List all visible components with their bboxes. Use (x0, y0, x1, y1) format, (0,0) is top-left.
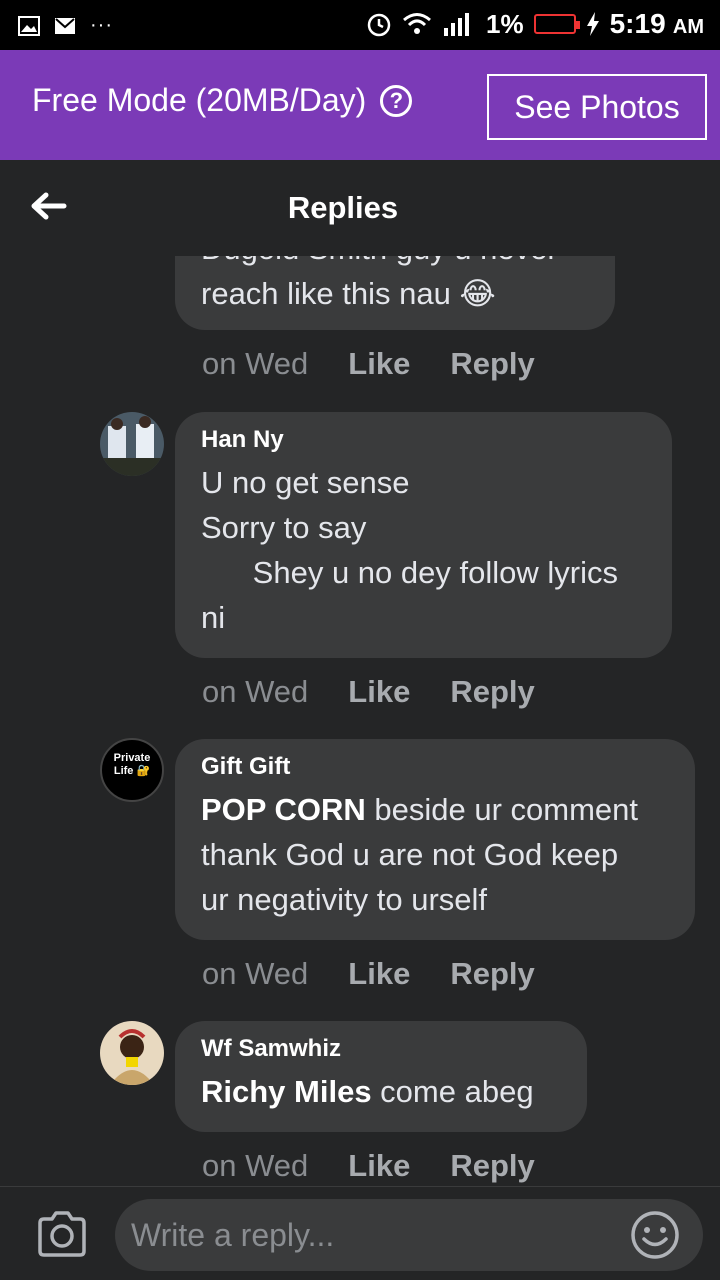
comment-actions: on Wed Like Reply (202, 1148, 535, 1184)
comment-time: on Wed (202, 1148, 309, 1183)
gallery-icon (18, 15, 40, 36)
battery-icon (533, 14, 580, 34)
comment-list[interactable]: Dugold Smith guy u never reach like this… (0, 256, 720, 1186)
comment-time: on Wed (202, 674, 309, 709)
reply-button[interactable]: Reply (450, 1148, 534, 1184)
see-photos-button[interactable]: See Photos (487, 74, 707, 140)
comment-text: Dugold Smith guy u never reach like this… (201, 256, 558, 311)
charging-icon (586, 12, 599, 36)
comment-text: Richy Miles come abeg (201, 1074, 534, 1109)
comment-time: on Wed (202, 956, 309, 991)
camera-icon[interactable] (36, 1211, 88, 1257)
wifi-icon (403, 13, 431, 34)
avatar-text: Private Life 🔐 (113, 752, 151, 777)
more-icon: ··· (90, 14, 113, 36)
comment-text: U no get sense Sorry to say Shey u no de… (201, 465, 618, 635)
status-bar: ··· 1% 5:19 AM (0, 0, 720, 50)
comment-actions: on Wed Like Reply (202, 956, 535, 992)
free-mode-banner: Free Mode (20MB/Day) ? See Photos (0, 50, 720, 160)
comment-text: POP CORN beside ur comment thank God u a… (201, 792, 639, 917)
comment-author[interactable]: Han Ny (201, 426, 646, 454)
comment-author[interactable]: Wf Samwhiz (201, 1035, 561, 1063)
battery-percent: 1% (486, 8, 524, 39)
clock-time: 5:19 (609, 8, 666, 39)
comment-bubble[interactable]: Wf Samwhiz Richy Miles come abeg (175, 1021, 587, 1132)
like-button[interactable]: Like (348, 674, 410, 710)
avatar[interactable] (100, 1021, 164, 1085)
free-mode-label: Free Mode (20MB/Day) (32, 82, 367, 118)
help-icon[interactable]: ? (380, 84, 413, 117)
reply-button[interactable]: Reply (450, 346, 534, 382)
comment-bubble[interactable]: Han Ny U no get sense Sorry to say Shey … (175, 412, 672, 658)
page-title: Replies (287, 190, 399, 225)
comment-actions: on Wed Like Reply (202, 346, 535, 382)
comment-bubble[interactable]: Gift Gift POP CORN beside ur comment tha… (175, 739, 695, 940)
avatar[interactable]: Private Life 🔐 (100, 738, 164, 802)
clock-ampm: AM (672, 16, 704, 38)
replies-header: Replies (0, 160, 720, 256)
signal-icon (444, 13, 470, 36)
avatar[interactable] (100, 412, 164, 476)
comment-actions: on Wed Like Reply (202, 674, 535, 710)
emoji-icon[interactable] (630, 1210, 680, 1260)
reply-composer (0, 1186, 720, 1280)
comment-bubble[interactable]: Dugold Smith guy u never reach like this… (175, 256, 615, 330)
like-button[interactable]: Like (348, 1148, 410, 1184)
mail-icon (55, 17, 75, 34)
comment-author[interactable]: Gift Gift (201, 753, 669, 781)
like-button[interactable]: Like (348, 346, 410, 382)
reply-input[interactable] (115, 1199, 703, 1271)
tagged-user[interactable]: POP CORN (201, 792, 366, 827)
reply-button[interactable]: Reply (450, 674, 534, 710)
tagged-user[interactable]: Richy Miles (201, 1074, 372, 1109)
like-button[interactable]: Like (348, 956, 410, 992)
alarm-icon (367, 13, 391, 37)
comment-time: on Wed (202, 346, 309, 381)
reply-button[interactable]: Reply (450, 956, 534, 992)
